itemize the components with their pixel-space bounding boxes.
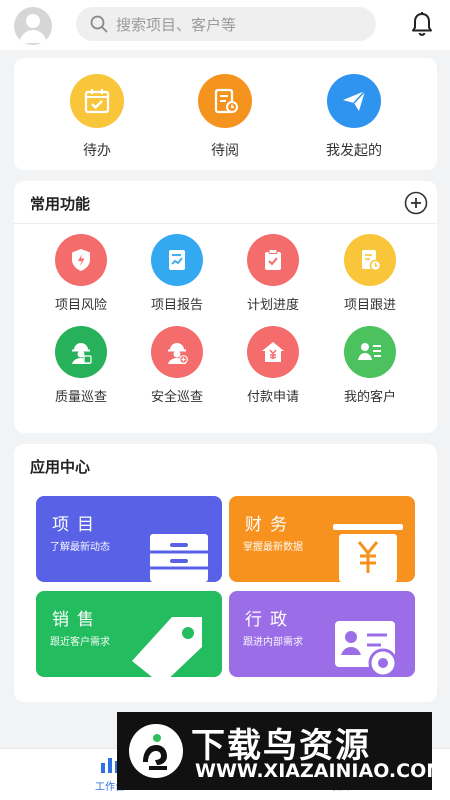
bird-logo-icon [129,724,183,778]
quick-label: 待阅 [211,143,239,159]
safety-worker-icon [151,326,203,378]
function-label: 项目风险 [54,298,107,313]
search-input[interactable]: 搜索项目、客户等 [76,7,376,41]
report-chart-icon [151,234,203,286]
quality-worker-icon [55,326,107,378]
divider [14,223,437,224]
tile-title: 销售 [52,610,102,630]
cabinet-icon [150,534,208,582]
function-label: 我的客户 [343,390,396,405]
app-tile-sales[interactable]: 销售 跟近客户需求 [36,591,222,677]
bell-icon [412,12,432,36]
reading-doc-icon [198,74,252,128]
function-item[interactable]: 项目报告 [131,234,223,313]
function-item[interactable]: 安全巡查 [131,326,223,405]
tile-title: 财务 [245,515,295,535]
tile-subtitle: 跟进内部需求 [243,637,303,648]
paper-plane-icon [327,74,381,128]
tile-subtitle: 了解最新动态 [50,542,110,553]
quick-label: 我发起的 [326,143,382,159]
watermark-banner: 下载鸟资源 WWW.XIAZAINIAO.COM [117,712,445,790]
app-tile-finance[interactable]: 财务 掌握最新数据 [229,496,415,582]
watermark-url: WWW.XIAZAINIAO.COM [195,760,446,782]
common-functions-card: 常用功能 项目风险 项目报告 计划进度 项目跟进 质量巡查 安全巡查 付款申请 … [14,181,437,433]
payment-house-icon [247,326,299,378]
function-item[interactable]: 质量巡查 [35,326,127,405]
function-item[interactable]: 项目跟进 [324,234,416,313]
app-tile-admin[interactable]: 行政 跟进内部需求 [229,591,415,677]
function-item[interactable]: 项目风险 [35,234,127,313]
notification-button[interactable] [410,11,434,41]
customer-card-icon [344,326,396,378]
quick-todo[interactable]: 待办 [47,74,147,160]
price-tag-icon [132,617,202,677]
function-item[interactable]: 我的客户 [324,326,416,405]
section-title: 常用功能 [30,195,91,213]
tile-subtitle: 跟近客户需求 [50,637,110,648]
finance-yuan-icon [333,524,403,582]
function-label: 项目报告 [150,298,203,313]
app-tile-project[interactable]: 项目 了解最新动态 [36,496,222,582]
followup-clock-icon [344,234,396,286]
search-icon [90,15,108,33]
todo-calendar-icon [70,74,124,128]
id-card-gear-icon [335,621,398,677]
plan-clipboard-icon [247,234,299,286]
section-title: 应用中心 [30,458,91,476]
avatar[interactable] [14,7,52,45]
function-label: 项目跟进 [343,298,396,313]
function-label: 计划进度 [246,298,299,313]
tile-title: 行政 [245,610,295,630]
top-bar: 搜索项目、客户等 [0,0,450,50]
tile-title: 项目 [52,515,102,535]
function-label: 付款申请 [246,390,299,405]
search-placeholder: 搜索项目、客户等 [116,15,237,34]
function-item[interactable]: 计划进度 [227,234,319,313]
risk-shield-icon [55,234,107,286]
plus-circle-icon [404,191,428,215]
function-label: 安全巡查 [150,390,203,405]
function-item[interactable]: 付款申请 [227,326,319,405]
add-function-button[interactable] [404,191,428,219]
app-center-card: 应用中心 项目 了解最新动态 财务 掌握最新数据 销售 跟近客户需求 行政 跟进… [14,444,437,702]
quick-initiated[interactable]: 我发起的 [304,74,404,160]
quick-label: 待办 [83,143,111,159]
tile-subtitle: 掌握最新数据 [243,542,303,553]
user-icon [19,14,47,43]
function-label: 质量巡查 [54,390,107,405]
quick-read[interactable]: 待阅 [175,74,275,160]
quick-entries-card: 待办 待阅 我发起的 [14,58,437,170]
